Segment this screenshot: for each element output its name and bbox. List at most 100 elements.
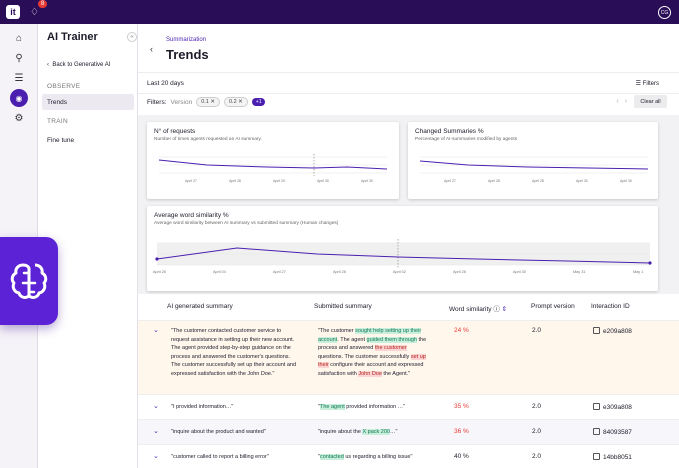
page-title: Trends bbox=[166, 47, 209, 62]
range-bar: Last 20 days ☰ Filters bbox=[138, 72, 679, 94]
submitted-summary-text: "The agent provided information …" bbox=[318, 404, 405, 410]
tick-label: April 28 bbox=[453, 270, 466, 274]
info-icon[interactable]: ⓘ bbox=[493, 306, 500, 313]
chevron-down-icon[interactable]: ⌄ bbox=[153, 402, 159, 410]
bell-icon[interactable]: ♢ 8 bbox=[30, 0, 48, 18]
copy-icon[interactable] bbox=[593, 428, 600, 435]
chevron-down-icon[interactable]: ⌄ bbox=[153, 452, 159, 460]
back-chevron-icon[interactable]: ‹ bbox=[150, 44, 153, 54]
tick-label: April 30 bbox=[513, 270, 526, 274]
tick-label: April 02 bbox=[393, 270, 406, 274]
chart-plot: April 27 April 28 April 29 April 30 April 30 bbox=[158, 154, 388, 183]
more-filters-chip[interactable]: +1 bbox=[251, 98, 266, 106]
tick-label: May 1 bbox=[633, 270, 643, 274]
svg-text:April 28: April 28 bbox=[488, 179, 500, 183]
collapse-icon[interactable]: ‹‹ bbox=[127, 32, 137, 42]
svg-text:April 30: April 30 bbox=[576, 179, 588, 183]
ai-trainer-icon[interactable]: ◉ bbox=[10, 89, 28, 107]
text-segment: "The customer bbox=[318, 328, 356, 334]
col-interaction-id[interactable]: Interaction ID bbox=[591, 303, 630, 310]
ai-summary-text: "I provided information…" bbox=[171, 404, 234, 410]
copy-icon[interactable] bbox=[593, 453, 600, 460]
breadcrumb[interactable]: Summarization bbox=[166, 37, 206, 43]
submitted-summary-text: "contacted us regarding a billing issue" bbox=[318, 454, 412, 460]
ai-brain-badge bbox=[0, 237, 58, 325]
table-row[interactable]: ⌄ "inquire about the product and wanted"… bbox=[138, 419, 679, 444]
table-row[interactable]: ⌄ "customer called to report a billing e… bbox=[138, 444, 679, 468]
filters-button-label: Filters bbox=[642, 81, 659, 87]
col-word-similarity[interactable]: Word similarity ⓘ ⇕ bbox=[449, 303, 507, 313]
tick-label: April 27 bbox=[273, 270, 286, 274]
chevron-down-icon[interactable]: ⌄ bbox=[153, 326, 159, 334]
text-segment: "inquire about the bbox=[318, 429, 363, 435]
added-text: The agent bbox=[319, 404, 345, 410]
clear-all-button[interactable]: Clear all bbox=[634, 95, 667, 108]
svg-text:April 27: April 27 bbox=[444, 179, 456, 183]
top-bar: it ♢ 8 CG bbox=[0, 0, 679, 24]
home-icon[interactable]: ⌂ bbox=[13, 32, 25, 44]
col-ai-summary[interactable]: AI generated summary bbox=[167, 303, 233, 310]
similarity-value: 40 % bbox=[454, 453, 469, 460]
settings-icon[interactable]: ⚙ bbox=[13, 112, 25, 124]
ai-summary-text: "customer called to report a billing err… bbox=[171, 454, 269, 460]
text-segment: provided information …" bbox=[344, 404, 406, 410]
table-row[interactable]: ⌄ "The customer contacted customer servi… bbox=[138, 320, 679, 394]
avatar[interactable]: CG bbox=[658, 6, 671, 19]
sidebar-item-fine-tune[interactable]: Fine tune bbox=[42, 132, 134, 148]
svg-text:April 28: April 28 bbox=[229, 179, 241, 183]
col-label: Word similarity bbox=[449, 306, 492, 313]
text-segment: us regarding a billing issue" bbox=[343, 454, 413, 460]
text-segment: the Agent." bbox=[381, 370, 411, 377]
tick-label: April 28 bbox=[333, 270, 346, 274]
svg-text:April 27: April 27 bbox=[185, 179, 197, 183]
sort-icon[interactable]: ⇕ bbox=[502, 306, 507, 313]
section-train: TRAIN bbox=[47, 118, 68, 125]
interaction-id[interactable]: 84093587 bbox=[593, 428, 632, 436]
interaction-id[interactable]: e209a808 bbox=[593, 327, 632, 335]
sidebar-item-label: Fine tune bbox=[47, 136, 75, 144]
interaction-id[interactable]: e309a808 bbox=[593, 403, 632, 411]
main-content: ‹ Summarization Trends Last 20 days ☰ Fi… bbox=[138, 24, 679, 468]
section-observe: OBSERVE bbox=[47, 83, 81, 90]
chart-plot: April 26 April 04 April 27 April 28 Apri… bbox=[153, 239, 652, 274]
chart-word-similarity: Average word similarity % Average word s… bbox=[147, 206, 658, 291]
interaction-id-value: 14bb8051 bbox=[603, 454, 632, 461]
chevron-down-icon[interactable]: ⌄ bbox=[153, 427, 159, 435]
added-text: contacted bbox=[319, 454, 344, 460]
submitted-summary-text: "The customer sought help setting up the… bbox=[318, 327, 428, 378]
text-segment: questions. The customer successfully bbox=[318, 353, 411, 360]
brain-icon bbox=[10, 263, 48, 299]
similarity-value: 36 % bbox=[454, 428, 469, 435]
submitted-summary-text: "inquire about the X pack 200…" bbox=[318, 429, 397, 435]
table-header: AI generated summary Submitted summary W… bbox=[138, 295, 679, 320]
pager[interactable]: ‹› bbox=[616, 98, 633, 105]
tick-label: April 04 bbox=[213, 270, 226, 274]
search-person-icon[interactable]: ⚲ bbox=[13, 52, 25, 64]
text-segment: …" bbox=[390, 429, 398, 435]
tick-label: April 26 bbox=[153, 270, 166, 274]
sidebar-title: AI Trainer bbox=[47, 31, 98, 43]
svg-text:April 28: April 28 bbox=[532, 179, 544, 183]
filter-chip[interactable]: 0.2 ✕ bbox=[223, 97, 248, 107]
chip-label: 0.2 bbox=[228, 99, 237, 105]
col-submitted-summary[interactable]: Submitted summary bbox=[314, 303, 372, 310]
ai-summary-text: "The customer contacted customer service… bbox=[171, 328, 297, 377]
list-icon[interactable]: ☰ bbox=[13, 72, 25, 84]
filter-chip[interactable]: 0.1 ✕ bbox=[196, 97, 220, 107]
prompt-version-value: 2.0 bbox=[532, 453, 542, 460]
app-logo[interactable]: it bbox=[6, 5, 20, 19]
sidebar-item-trends[interactable]: Trends bbox=[42, 94, 134, 110]
interaction-id[interactable]: 14bb8051 bbox=[593, 453, 632, 461]
chart-line bbox=[158, 159, 388, 170]
filters-label: Filters: bbox=[147, 98, 167, 106]
copy-icon[interactable] bbox=[593, 403, 600, 410]
col-prompt-version[interactable]: Prompt version bbox=[531, 303, 575, 310]
filters-button[interactable]: ☰ Filters bbox=[636, 80, 659, 87]
ai-summary-text: "inquire about the product and wanted" bbox=[171, 429, 266, 435]
copy-icon[interactable] bbox=[593, 327, 600, 334]
interaction-id-value: e309a808 bbox=[603, 404, 632, 411]
table-row[interactable]: ⌄ "I provided information…" "The agent p… bbox=[138, 394, 679, 419]
svg-text:April 30: April 30 bbox=[361, 179, 373, 183]
back-link[interactable]: ‹ Back to Generative AI bbox=[47, 62, 110, 68]
svg-text:April 29: April 29 bbox=[273, 179, 285, 183]
